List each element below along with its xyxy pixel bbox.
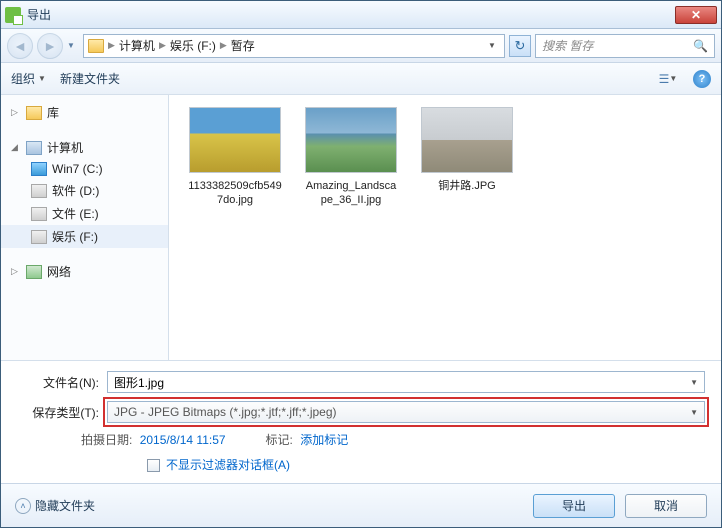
breadcrumb-folder[interactable]: 暂存 bbox=[231, 37, 255, 54]
chevron-down-icon[interactable]: ▼ bbox=[690, 408, 698, 417]
filter-checkbox-label[interactable]: 不显示过滤器对话框(A) bbox=[166, 458, 290, 473]
cancel-button[interactable]: 取消 bbox=[625, 494, 707, 518]
new-folder-button[interactable]: 新建文件夹 bbox=[60, 70, 120, 87]
filetype-highlight: JPG - JPEG Bitmaps (*.jpg;*.jtf;*.jff;*.… bbox=[103, 397, 709, 427]
address-dropdown[interactable]: ▼ bbox=[484, 41, 500, 50]
form-area: 文件名(N): 图形1.jpg ▼ 保存类型(T): JPG - JPEG Bi… bbox=[1, 360, 721, 483]
sidebar-item-computer[interactable]: ◢ 计算机 bbox=[1, 136, 168, 159]
folder-icon bbox=[88, 39, 104, 53]
refresh-button[interactable]: ↻ bbox=[509, 35, 531, 57]
chevron-right-icon[interactable]: ▶ bbox=[108, 40, 115, 51]
file-item[interactable]: Amazing_Landscape_36_II.jpg bbox=[303, 107, 399, 207]
titlebar: 导出 ✕ bbox=[1, 1, 721, 29]
expander-icon[interactable]: ▷ bbox=[11, 266, 21, 277]
hide-folders-button[interactable]: ˄ 隐藏文件夹 bbox=[15, 497, 95, 514]
computer-icon bbox=[26, 141, 42, 155]
back-button[interactable]: ◄ bbox=[7, 33, 33, 59]
navbar: ◄ ► ▼ ▶ 计算机 ▶ 娱乐 (F:) ▶ 暂存 ▼ ↻ 搜索 暂存 🔍 bbox=[1, 29, 721, 63]
window-title: 导出 bbox=[27, 6, 675, 23]
chevron-up-icon: ˄ bbox=[15, 498, 31, 514]
sidebar-item-drive-f[interactable]: 娱乐 (F:) bbox=[1, 225, 168, 248]
search-input[interactable]: 搜索 暂存 🔍 bbox=[535, 34, 715, 58]
library-icon bbox=[26, 106, 42, 120]
drive-icon bbox=[31, 207, 47, 221]
chevron-right-icon[interactable]: ▶ bbox=[220, 40, 227, 51]
sidebar-item-drive-d[interactable]: 软件 (D:) bbox=[1, 179, 168, 202]
network-icon bbox=[26, 265, 42, 279]
thumbnail-icon bbox=[421, 107, 513, 173]
tags-label: 标记: bbox=[266, 433, 293, 447]
breadcrumb: ▶ 计算机 ▶ 娱乐 (F:) ▶ 暂存 bbox=[108, 37, 480, 54]
file-name: 铜井路.JPG bbox=[419, 179, 515, 193]
drive-icon bbox=[31, 162, 47, 176]
file-item[interactable]: 铜井路.JPG bbox=[419, 107, 515, 207]
date-value[interactable]: 2015/8/14 11:57 bbox=[140, 433, 226, 447]
sidebar-item-drive-c[interactable]: Win7 (C:) bbox=[1, 159, 168, 179]
expander-icon[interactable]: ◢ bbox=[11, 142, 21, 153]
file-name: 1133382509cfb5497do.jpg bbox=[187, 179, 283, 207]
toolbar: 组织 ▼ 新建文件夹 ☰ ▼ ? bbox=[1, 63, 721, 95]
drive-icon bbox=[31, 184, 47, 198]
forward-button[interactable]: ► bbox=[37, 33, 63, 59]
filename-label: 文件名(N): bbox=[17, 374, 107, 391]
date-label: 拍摄日期: bbox=[81, 433, 132, 447]
help-button[interactable]: ? bbox=[693, 70, 711, 88]
organize-button[interactable]: 组织 ▼ bbox=[11, 70, 46, 87]
app-icon bbox=[5, 7, 21, 23]
thumbnail-icon bbox=[305, 107, 397, 173]
search-placeholder: 搜索 暂存 bbox=[542, 37, 593, 54]
sidebar: ▷ 库 ◢ 计算机 Win7 (C:) 软件 (D:) 文件 (E:) bbox=[1, 95, 169, 360]
file-item[interactable]: 1133382509cfb5497do.jpg bbox=[187, 107, 283, 207]
close-button[interactable]: ✕ bbox=[675, 6, 717, 24]
sidebar-item-drive-e[interactable]: 文件 (E:) bbox=[1, 202, 168, 225]
sidebar-item-library[interactable]: ▷ 库 bbox=[1, 101, 168, 124]
tags-value[interactable]: 添加标记 bbox=[300, 433, 348, 447]
chevron-down-icon: ▼ bbox=[38, 74, 46, 83]
chevron-down-icon[interactable]: ▼ bbox=[690, 378, 698, 387]
dialog-body: ▷ 库 ◢ 计算机 Win7 (C:) 软件 (D:) 文件 (E:) bbox=[1, 95, 721, 360]
filetype-label: 保存类型(T): bbox=[17, 404, 107, 421]
search-icon: 🔍 bbox=[693, 39, 708, 53]
thumbnail-icon bbox=[189, 107, 281, 173]
file-name: Amazing_Landscape_36_II.jpg bbox=[303, 179, 399, 207]
nav-history-dropdown[interactable]: ▼ bbox=[67, 41, 79, 50]
chevron-right-icon[interactable]: ▶ bbox=[159, 40, 166, 51]
address-bar[interactable]: ▶ 计算机 ▶ 娱乐 (F:) ▶ 暂存 ▼ bbox=[83, 34, 505, 58]
drive-icon bbox=[31, 230, 47, 244]
filename-input[interactable]: 图形1.jpg ▼ bbox=[107, 371, 705, 393]
breadcrumb-drive[interactable]: 娱乐 (F:) bbox=[170, 37, 216, 54]
file-list[interactable]: 1133382509cfb5497do.jpg Amazing_Landscap… bbox=[169, 95, 721, 360]
breadcrumb-computer[interactable]: 计算机 bbox=[119, 37, 155, 54]
export-dialog: 导出 ✕ ◄ ► ▼ ▶ 计算机 ▶ 娱乐 (F:) ▶ 暂存 ▼ ↻ 搜索 暂… bbox=[0, 0, 722, 528]
view-button[interactable]: ☰ ▼ bbox=[657, 68, 679, 90]
filter-checkbox[interactable] bbox=[147, 459, 160, 472]
expander-icon[interactable]: ▷ bbox=[11, 107, 21, 118]
sidebar-item-network[interactable]: ▷ 网络 bbox=[1, 260, 168, 283]
filetype-combobox[interactable]: JPG - JPEG Bitmaps (*.jpg;*.jtf;*.jff;*.… bbox=[107, 401, 705, 423]
export-button[interactable]: 导出 bbox=[533, 494, 615, 518]
footer: ˄ 隐藏文件夹 导出 取消 bbox=[1, 483, 721, 527]
